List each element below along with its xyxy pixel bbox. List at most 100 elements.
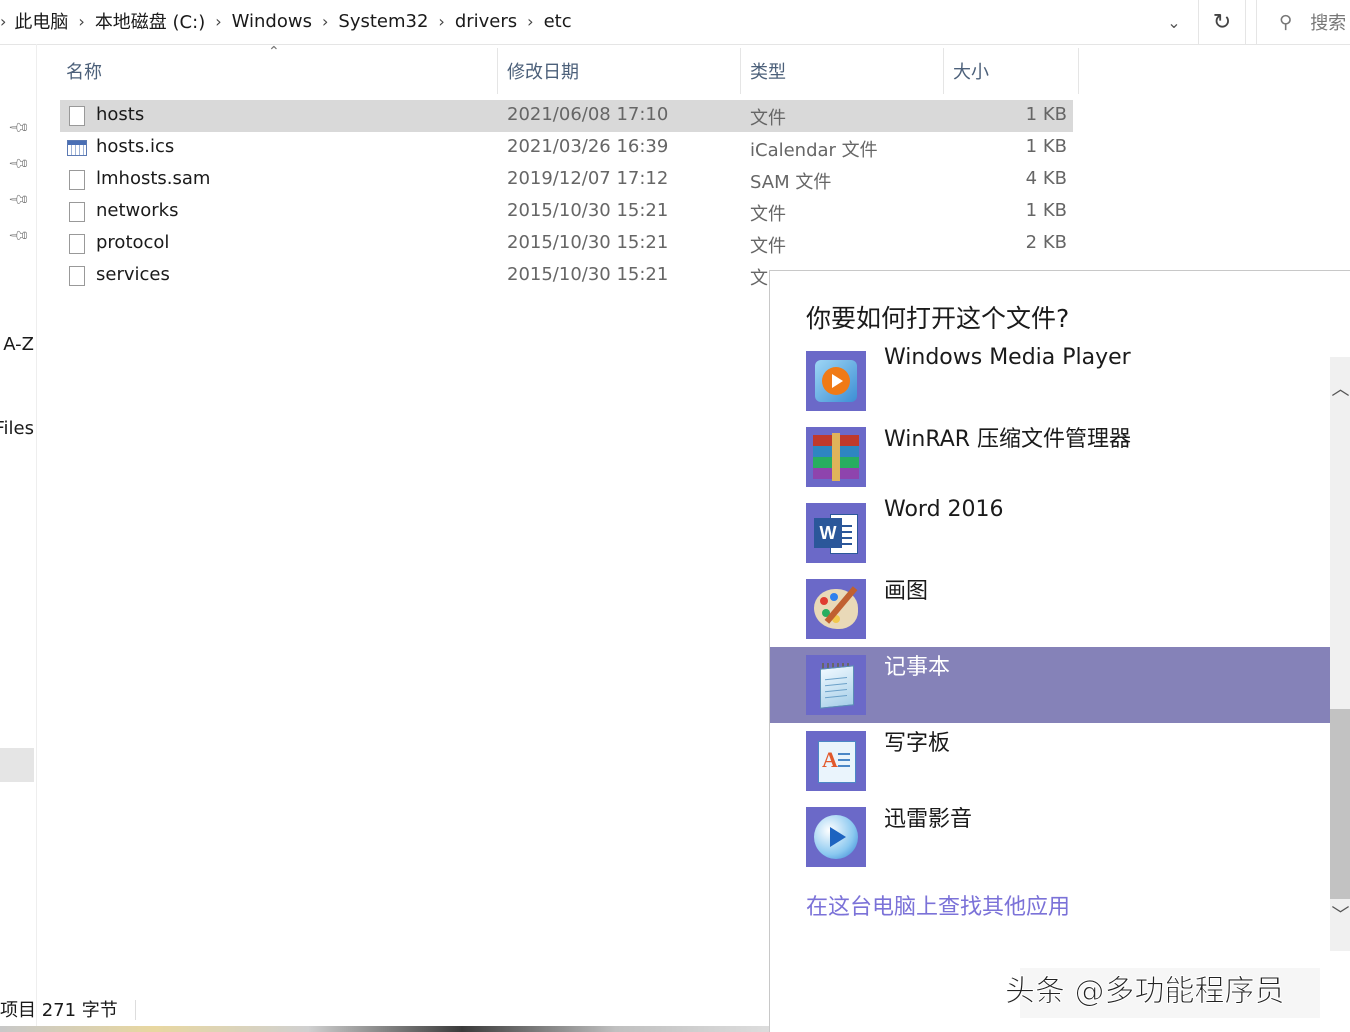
- notepad-icon: [806, 655, 866, 715]
- file-row[interactable]: hosts.ics 2021/03/26 16:39 iCalendar 文件 …: [60, 132, 1073, 164]
- status-bar-text: 项目 271 字节: [0, 1000, 118, 1021]
- file-icon: [69, 170, 85, 190]
- chevron-right-icon[interactable]: ›: [521, 12, 539, 31]
- chevron-down-icon[interactable]: ⌄: [1160, 8, 1188, 36]
- file-size: 1 KB: [1025, 200, 1067, 221]
- pin-icon[interactable]: 📌︎: [7, 224, 31, 248]
- app-name: Windows Media Player: [884, 345, 1131, 370]
- breadcrumb-system32[interactable]: System32: [334, 11, 432, 32]
- word-icon: W: [806, 503, 866, 563]
- paint-icon: [806, 579, 866, 639]
- address-bar[interactable]: › 此电脑 › 本地磁盘 (C:) › Windows › System32 ›…: [0, 0, 1350, 45]
- file-type: 文件: [750, 204, 786, 225]
- file-row[interactable]: protocol 2015/10/30 15:21 文件 2 KB: [60, 228, 1073, 260]
- column-header-size[interactable]: 大小: [947, 48, 1079, 94]
- app-option-wordpad[interactable]: A 写字板: [770, 731, 1330, 807]
- file-row[interactable]: networks 2015/10/30 15:21 文件 1 KB: [60, 196, 1073, 228]
- xunlei-icon: [806, 807, 866, 867]
- chevron-up-icon[interactable]: ︿: [1330, 375, 1350, 401]
- navigation-pane[interactable]: 📌︎ 📌︎ 📌︎ 📌︎ A-Z Files: [0, 44, 37, 1032]
- column-header-type[interactable]: 类型: [744, 48, 944, 94]
- scrollbar-thumb[interactable]: [1330, 709, 1350, 899]
- watermark-text: 头条 @多功能程序员: [1005, 974, 1286, 1010]
- file-date: 2015/10/30 15:21: [507, 264, 669, 285]
- pin-icon[interactable]: 📌︎: [7, 152, 31, 176]
- desktop-background-strip: [0, 1026, 770, 1032]
- file-icon: [69, 266, 85, 286]
- column-header-type-label: 类型: [750, 62, 786, 83]
- search-placeholder: 搜索: [1310, 13, 1347, 34]
- winrar-icon: [806, 427, 866, 487]
- app-name: 画图: [884, 579, 929, 604]
- app-option-notepad[interactable]: 记事本: [770, 647, 1330, 723]
- file-icon: [69, 202, 85, 222]
- sort-ascending-icon: ⌃: [268, 44, 280, 60]
- app-option-word[interactable]: W Word 2016: [770, 497, 1330, 579]
- breadcrumb-etc[interactable]: etc: [540, 11, 576, 32]
- app-option-xunlei[interactable]: 迅雷影音: [770, 807, 1330, 883]
- file-type: iCalendar 文件: [750, 140, 878, 161]
- wordpad-icon: A: [806, 731, 866, 791]
- find-other-apps-link[interactable]: 在这台电脑上查找其他应用: [806, 889, 1070, 921]
- file-row[interactable]: hosts 2021/06/08 17:10 文件 1 KB: [60, 100, 1073, 132]
- file-type: 文件: [750, 236, 786, 257]
- search-icon: ⚲: [1279, 11, 1293, 33]
- file-name: hosts.ics: [96, 136, 175, 157]
- breadcrumb-windows[interactable]: Windows: [228, 11, 316, 32]
- file-date: 2021/06/08 17:10: [507, 104, 669, 125]
- chevron-right-icon[interactable]: ›: [72, 12, 90, 31]
- status-divider: [135, 1000, 136, 1020]
- refresh-button[interactable]: ↻: [1198, 0, 1246, 44]
- breadcrumb: › 此电脑 › 本地磁盘 (C:) › Windows › System32 ›…: [0, 0, 576, 42]
- file-date: 2019/12/07 17:12: [507, 168, 669, 189]
- breadcrumb-drivers[interactable]: drivers: [451, 11, 521, 32]
- pin-icon[interactable]: 📌︎: [7, 116, 31, 140]
- file-name: protocol: [96, 232, 170, 253]
- file-name: hosts: [96, 104, 145, 125]
- nav-item-files[interactable]: Files: [0, 418, 34, 439]
- nav-selected-item[interactable]: [0, 748, 34, 782]
- breadcrumb-local-disk[interactable]: 本地磁盘 (C:): [91, 8, 209, 34]
- refresh-icon: ↻: [1212, 9, 1232, 35]
- chevron-down-icon[interactable]: ﹀: [1330, 901, 1350, 927]
- app-option-windows-media-player[interactable]: Windows Media Player: [770, 345, 1330, 427]
- chevron-right-icon[interactable]: ›: [316, 12, 334, 31]
- app-name: 记事本: [884, 655, 951, 680]
- file-type: SAM 文件: [750, 172, 832, 193]
- windows-media-player-icon: [806, 351, 866, 411]
- file-name: services: [96, 264, 170, 285]
- dialog-title: 你要如何打开这个文件?: [806, 304, 1070, 333]
- app-name: Word 2016: [884, 497, 1004, 522]
- chevron-right-icon[interactable]: ›: [209, 12, 227, 31]
- file-size: 1 KB: [1025, 136, 1067, 157]
- breadcrumb-this-pc[interactable]: 此电脑: [10, 8, 72, 34]
- chevron-right-icon: ›: [0, 11, 7, 31]
- file-icon: [69, 234, 85, 254]
- file-name: networks: [96, 200, 179, 221]
- app-name: 写字板: [884, 731, 951, 756]
- file-row[interactable]: lmhosts.sam 2019/12/07 17:12 SAM 文件 4 KB: [60, 164, 1073, 196]
- column-header-name-label: 名称: [66, 62, 102, 83]
- file-type: 文: [750, 268, 768, 289]
- nav-item-a-z[interactable]: A-Z: [3, 334, 34, 355]
- file-date: 2021/03/26 16:39: [507, 136, 669, 157]
- file-icon: [69, 106, 85, 126]
- app-name: WinRAR 压缩文件管理器: [884, 427, 1132, 452]
- file-date: 2015/10/30 15:21: [507, 232, 669, 253]
- column-header-size-label: 大小: [953, 62, 989, 83]
- open-with-dialog: 你要如何打开这个文件? Windows Media Player WinRAR …: [769, 270, 1350, 1032]
- file-size: 1 KB: [1025, 104, 1067, 125]
- column-header-date[interactable]: 修改日期: [501, 48, 741, 94]
- file-name: lmhosts.sam: [96, 168, 211, 189]
- pin-icon[interactable]: 📌︎: [7, 188, 31, 212]
- column-header-date-label: 修改日期: [507, 62, 579, 83]
- file-date: 2015/10/30 15:21: [507, 200, 669, 221]
- search-input[interactable]: ⚲ 搜索: [1256, 0, 1350, 44]
- app-name: 迅雷影音: [884, 807, 973, 832]
- calendar-file-icon: [67, 140, 87, 156]
- file-size: 2 KB: [1025, 232, 1067, 253]
- file-size: 4 KB: [1025, 168, 1067, 189]
- app-option-paint[interactable]: 画图: [770, 579, 1330, 655]
- chevron-right-icon[interactable]: ›: [432, 12, 450, 31]
- app-option-winrar[interactable]: WinRAR 压缩文件管理器: [770, 427, 1330, 503]
